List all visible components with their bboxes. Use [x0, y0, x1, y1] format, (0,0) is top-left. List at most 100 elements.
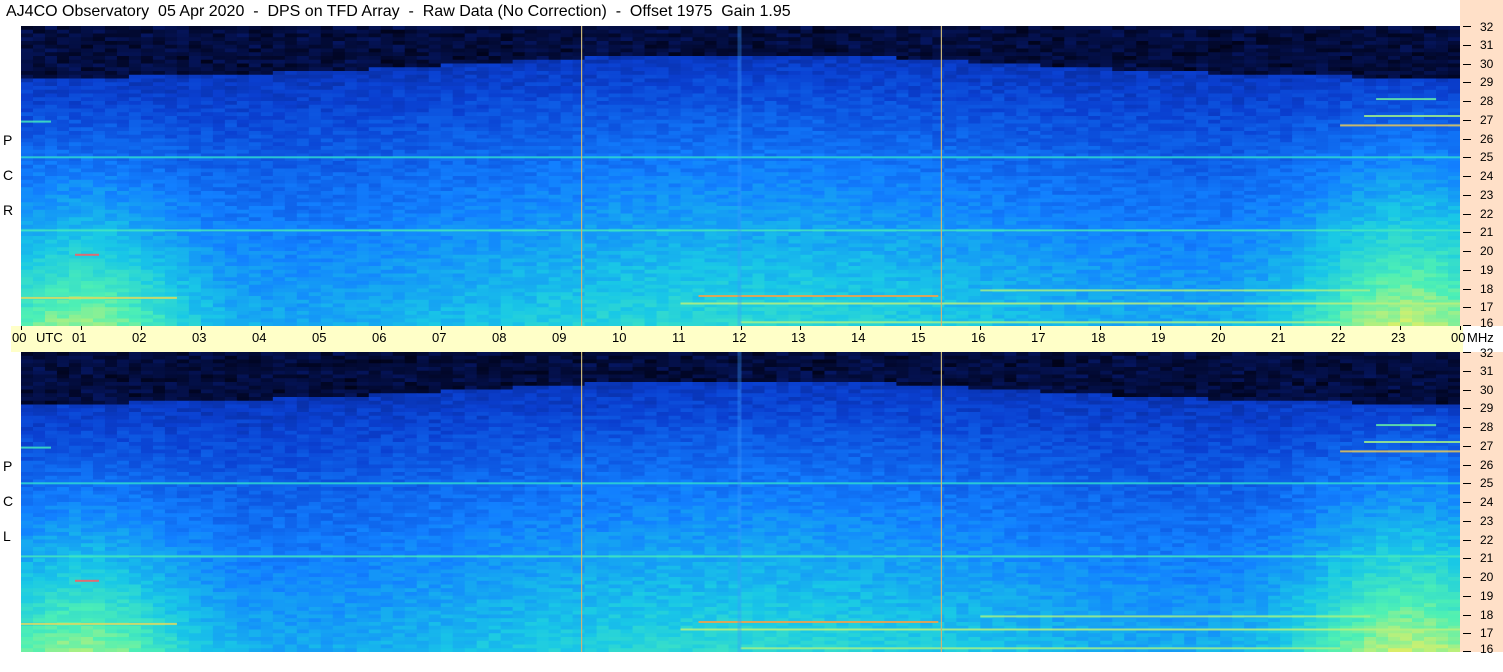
heatmap-cell: [308, 52, 322, 57]
heatmap-cell: [824, 82, 838, 87]
heatmap-cell: [188, 74, 202, 80]
heatmap-cell: [272, 74, 286, 80]
heatmap-cell: [1028, 104, 1041, 110]
heatmap-cell: [884, 44, 897, 50]
heatmap-cell: [548, 82, 562, 87]
heatmap-cell: [572, 44, 586, 50]
heatmap-cell: [476, 149, 490, 155]
heatmap-cell: [1328, 52, 1341, 57]
heatmap-cell: [1364, 138, 1377, 143]
heatmap-cell: [848, 97, 862, 102]
heatmap-cell: [56, 149, 70, 155]
heatmap-cell: [140, 89, 154, 95]
heatmap-cell: [152, 161, 166, 166]
heatmap-cell: [1004, 123, 1017, 128]
heatmap-cell: [236, 26, 250, 31]
heatmap-cell: [164, 138, 178, 143]
heatmap-cell: [404, 116, 418, 121]
heatmap-cell: [368, 74, 382, 80]
heatmap-cell: [248, 108, 262, 113]
heatmap-cell: [908, 97, 921, 102]
heatmap-cell: [176, 104, 190, 110]
heatmap-cell: [668, 56, 682, 61]
heatmap-cell: [1148, 37, 1161, 42]
heatmap-cell: [1028, 74, 1041, 80]
heatmap-cell: [764, 74, 778, 80]
heatmap-cell: [512, 71, 526, 76]
heatmap-cell: [380, 63, 394, 68]
heatmap-cell: [92, 131, 106, 136]
heatmap-cell: [140, 52, 154, 57]
heatmap-cell: [1292, 71, 1305, 76]
heatmap-cell: [1016, 78, 1029, 83]
heatmap-cell: [332, 161, 346, 166]
heatmap-cell: [1028, 131, 1041, 136]
heatmap-cell: [488, 146, 502, 151]
heatmap-cell: [1340, 172, 1353, 177]
heatmap-cell: [980, 101, 993, 106]
heatmap-cell: [488, 142, 502, 147]
heatmap-cell: [1220, 89, 1233, 95]
heatmap-cell: [512, 164, 526, 170]
heatmap-cell: [1196, 86, 1209, 91]
heatmap-cell: [1328, 101, 1341, 106]
heatmap-cell: [32, 149, 46, 155]
heatmap-cell: [740, 89, 754, 95]
heatmap-cell: [812, 74, 826, 80]
heatmap-cell: [1220, 138, 1233, 143]
heatmap-cell: [1304, 104, 1317, 110]
heatmap-cell: [1244, 138, 1257, 143]
heatmap-cell: [44, 71, 58, 76]
heatmap-cell: [1352, 131, 1365, 136]
heatmap-cell: [44, 108, 58, 113]
heatmap-cell: [956, 86, 969, 91]
heatmap-cell: [524, 74, 538, 80]
heatmap-cell: [1052, 89, 1065, 95]
heatmap-cell: [836, 119, 850, 125]
heatmap-cell: [1004, 48, 1017, 53]
heatmap-cell: [668, 172, 682, 177]
heatmap-cell: [212, 149, 226, 155]
heatmap-cell: [1316, 131, 1329, 136]
heatmap-cell: [332, 138, 346, 143]
heatmap-cell: [236, 33, 250, 38]
heatmap-cell: [740, 142, 754, 147]
heatmap-cell: [1208, 164, 1221, 170]
heatmap-cell: [1196, 93, 1209, 98]
heatmap-cell: [320, 179, 334, 185]
heatmap-cell: [992, 33, 1005, 38]
heatmap-cell: [152, 164, 166, 170]
heatmap-cell: [1280, 168, 1293, 173]
heatmap-cell: [188, 104, 202, 110]
heatmap-cell: [1364, 119, 1377, 125]
heatmap-cell: [716, 26, 730, 31]
heatmap-cell: [692, 168, 706, 173]
heatmap-cell: [1232, 33, 1245, 38]
heatmap-cell: [308, 78, 322, 83]
heatmap-cell: [632, 59, 646, 65]
heatmap-cell: [248, 104, 262, 110]
heatmap-cell: [1184, 164, 1197, 170]
heatmap-cell: [1436, 172, 1449, 177]
heatmap-cell: [860, 89, 874, 95]
heatmap-cell: [1376, 172, 1389, 177]
heatmap-cell: [1424, 134, 1437, 140]
heatmap-cell: [152, 74, 166, 80]
heatmap-cell: [1124, 37, 1137, 42]
heatmap-cell: [1448, 161, 1460, 166]
heatmap-cell: [404, 101, 418, 106]
heatmap-cell: [188, 146, 202, 151]
heatmap-cell: [1256, 63, 1269, 68]
heatmap-cell: [548, 59, 562, 65]
heatmap-cell: [152, 67, 166, 72]
heatmap-cell: [896, 74, 909, 80]
heatmap-cell: [236, 71, 250, 76]
heatmap-cell: [884, 33, 897, 38]
heatmap-cell: [908, 33, 921, 38]
heatmap-cell: [1388, 176, 1401, 181]
heatmap-cell: [860, 131, 874, 136]
heatmap-cell: [1220, 123, 1233, 128]
heatmap-cell: [344, 161, 358, 166]
heatmap-cell: [1268, 161, 1281, 166]
heatmap-cell: [980, 26, 993, 31]
